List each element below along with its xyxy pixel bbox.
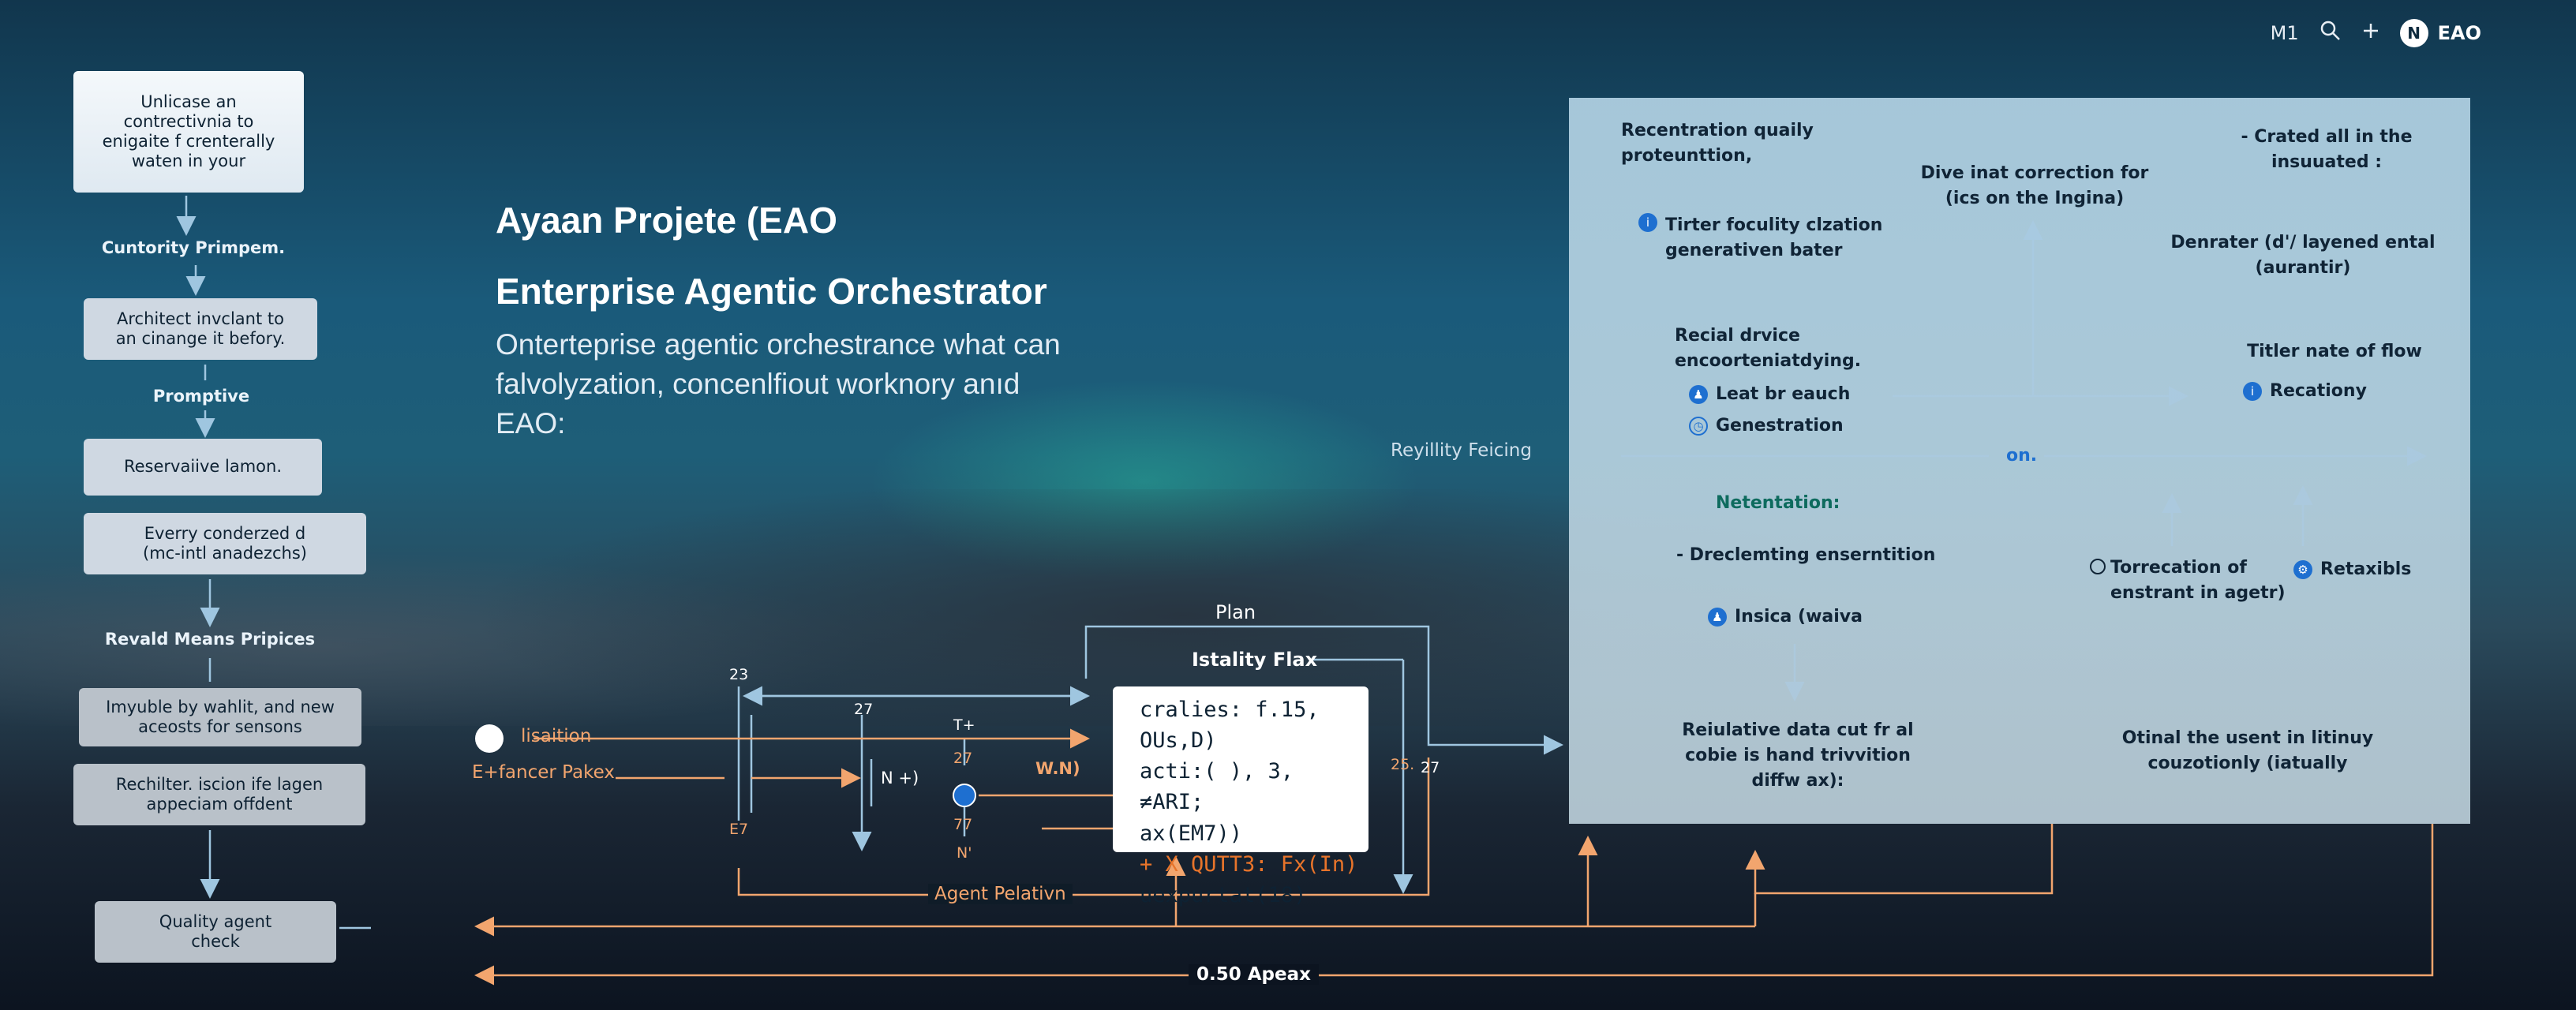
- plan-label: Plan: [1215, 601, 1256, 623]
- code-line-1: cralies: f.15, OUs,D): [1140, 698, 1320, 754]
- panel-item-4: i Recationy: [2243, 379, 2367, 404]
- agent-relation-label: Agent Pelativn: [928, 884, 1073, 904]
- clock-icon: [2090, 559, 2106, 574]
- gear-icon: ⚙: [2293, 559, 2312, 579]
- istality-label: Istality Flax: [1192, 649, 1318, 671]
- panel-text-2: Dive inat correction for (ics on the Ing…: [1920, 163, 2149, 208]
- num-t: T+: [953, 716, 975, 734]
- code-box: cralies: f.15, OUs,D) acti:( ), 3, ≠ARI;…: [1113, 686, 1368, 907]
- panel-item-3: ◷ Genestration: [1689, 413, 1844, 439]
- detail-panel: Recentration quaily proteunttion, Dive i…: [1569, 98, 2470, 824]
- num-77: 77: [953, 816, 973, 833]
- num-wn: W.N): [1035, 759, 1080, 778]
- num-25: 25.: [1391, 756, 1415, 773]
- apex-text: 0.50 Apeax: [1196, 964, 1311, 985]
- panel-item-1: i Tirter foculity clzation generativen b…: [1638, 213, 1882, 264]
- info-icon: i: [2243, 381, 2262, 401]
- apex-label: 0.50 Apeax: [1189, 964, 1319, 985]
- panel-text-7: Titler nate of flow: [2247, 342, 2422, 361]
- num-e7: E7: [729, 821, 749, 838]
- num-23: 23: [729, 666, 749, 683]
- panel-text-10: Torrecation of enstrant in agetr): [2110, 558, 2286, 603]
- panel-item-5: Torrecation of enstrant in agetr): [2090, 556, 2286, 606]
- num-27b: 27: [953, 750, 973, 767]
- panel-text-12: Insica (waiva: [1735, 607, 1863, 627]
- person-icon: ♟: [1689, 384, 1708, 404]
- code-line-2: acti:( ), 3, ≠ARI;: [1140, 759, 1294, 815]
- axis-label: on.: [2006, 446, 2038, 466]
- num-27d: 27: [1421, 759, 1440, 776]
- panel-text-6: Recial drvice encoorteniatdying.: [1675, 326, 1862, 371]
- panel-bullet-2: Genestration: [1716, 416, 1844, 436]
- panel-text-1: Recentration quaily proteunttion,: [1621, 121, 1814, 166]
- info-icon: i: [1638, 213, 1657, 232]
- panel-text-5: Denrater (d'/ layened ental (aurantir): [2170, 233, 2436, 278]
- lisaition-label: lisaition: [521, 726, 592, 746]
- code-line-3: ax(EM7)): [1140, 821, 1243, 846]
- panel-text-14: Otinal the usent in litinuy couzotionly …: [2121, 728, 2374, 773]
- code-line-5: uexpurtat(18): [1140, 882, 1307, 907]
- panel-bullet-1: Leat br eauch: [1716, 384, 1851, 404]
- panel-item-2: ♟ Leat br eauch: [1689, 382, 1850, 407]
- num-n: N +): [881, 769, 919, 787]
- num-27a: 27: [854, 701, 874, 718]
- enhancer-label: E+fancer Pakex: [472, 762, 615, 783]
- panel-text-8: Netentation:: [1716, 493, 1840, 513]
- person-icon: ♟: [1708, 607, 1727, 627]
- panel-text-11: Retaxibls: [2320, 559, 2412, 579]
- panel-item-7: ♟ Insica (waiva: [1708, 604, 1863, 630]
- panel-item-6: ⚙ Retaxibls: [2293, 557, 2411, 582]
- panel-text-4: Tirter foculity clzation generativen bat…: [1665, 215, 1883, 260]
- num-np: N': [957, 844, 972, 862]
- panel-text-9: - Dreclemting enserntition: [1676, 545, 1936, 565]
- panel-bullet-3: Recationy: [2270, 381, 2367, 401]
- clock-icon: ◷: [1689, 416, 1708, 436]
- panel-text-3: - Crated all in the insuuated :: [2241, 127, 2413, 172]
- code-line-4: + X QUTT3: Fx(In): [1140, 851, 1358, 877]
- panel-text-13: Reiulative data cut fr al cobie is hand …: [1682, 720, 1914, 791]
